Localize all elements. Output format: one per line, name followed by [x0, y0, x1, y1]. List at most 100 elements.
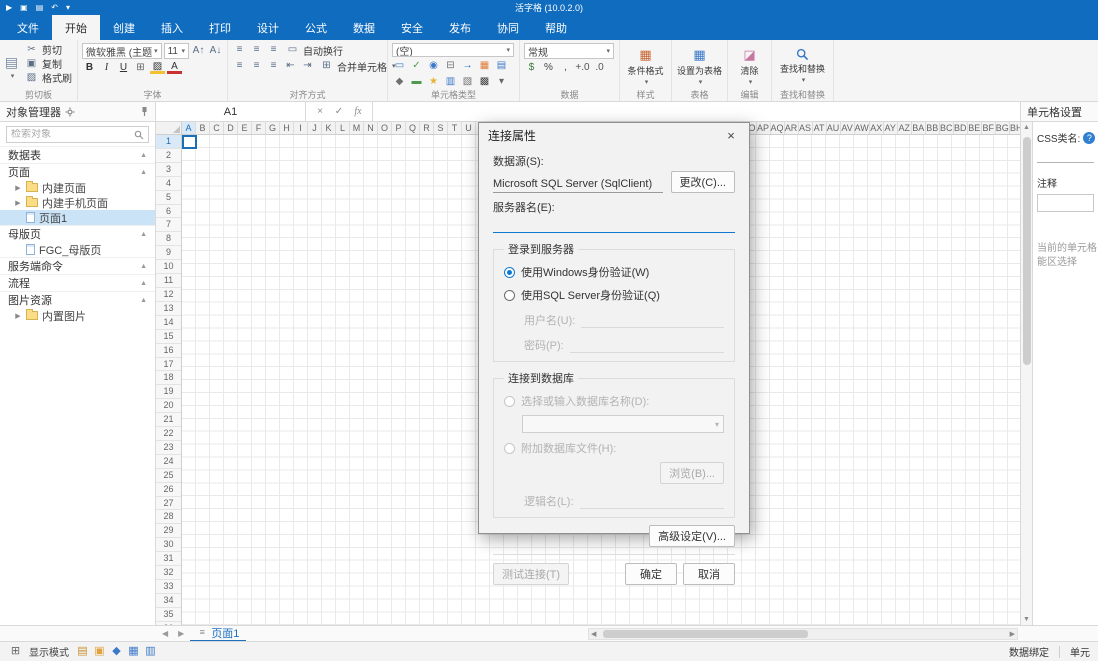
pin-icon[interactable] [140, 106, 149, 117]
find-replace-button[interactable]: 查找和替换 ▾ [778, 48, 827, 84]
column-header-AR[interactable]: AR [785, 122, 799, 134]
cell-type-select[interactable]: (空)▾ [392, 43, 514, 57]
row-header-26[interactable]: 26 [156, 483, 181, 497]
ok-button[interactable]: 确定 [625, 563, 677, 585]
decrease-indent-icon[interactable]: ⇤ [283, 59, 298, 73]
column-header-K[interactable]: K [322, 122, 336, 134]
column-header-BA[interactable]: BA [912, 122, 926, 134]
decrease-font-icon[interactable]: A↓ [208, 44, 223, 58]
column-header-D[interactable]: D [224, 122, 238, 134]
row-header-27[interactable]: 27 [156, 497, 181, 511]
column-header-BB[interactable]: BB [926, 122, 940, 134]
tab-设计[interactable]: 设计 [244, 15, 292, 40]
monitor-view-icon[interactable]: ▥ [143, 645, 158, 659]
column-header-T[interactable]: T [448, 122, 462, 134]
row-header-29[interactable]: 29 [156, 524, 181, 538]
horizontal-scrollbar[interactable]: ◀ ▶ [588, 628, 1018, 640]
tab-公式[interactable]: 公式 [292, 15, 340, 40]
currency-icon[interactable]: $ [524, 61, 539, 75]
vertical-scrollbar[interactable]: ▲ ▼ [1020, 122, 1032, 625]
column-header-AV[interactable]: AV [841, 122, 855, 134]
comment-input[interactable] [1037, 194, 1094, 212]
windows-auth-radio[interactable] [504, 267, 515, 278]
column-header-J[interactable]: J [308, 122, 322, 134]
fill-color-button[interactable]: ▨ [150, 62, 165, 74]
row-header-35[interactable]: 35 [156, 608, 181, 622]
tree-item-页面1[interactable]: 页面1 [0, 210, 155, 225]
tree-item-FGC_母版页[interactable]: FGC_母版页 [0, 242, 155, 257]
row-header-34[interactable]: 34 [156, 594, 181, 608]
column-header-A[interactable]: A [182, 122, 196, 134]
change-button[interactable]: 更改(C)... [671, 171, 735, 193]
bold-button[interactable]: B [82, 61, 97, 75]
tree-section-数据表[interactable]: 数据表▲ [0, 146, 155, 163]
column-header-U[interactable]: U [462, 122, 476, 134]
number-format-select[interactable]: 常规▾ [524, 43, 614, 59]
column-header-AW[interactable]: AW [855, 122, 870, 134]
preview-icon[interactable]: ▤ [36, 4, 44, 12]
row-header-23[interactable]: 23 [156, 441, 181, 455]
column-header-I[interactable]: I [294, 122, 308, 134]
row-header-3[interactable]: 3 [156, 163, 181, 177]
column-header-B[interactable]: B [196, 122, 210, 134]
status-tab-data-binding[interactable]: 数据绑定 [1009, 644, 1049, 659]
search-icon[interactable] [134, 130, 144, 140]
run-icon[interactable]: ▶ [6, 4, 12, 12]
column-header-E[interactable]: E [238, 122, 252, 134]
scroll-right-icon[interactable]: ▶ [1010, 630, 1015, 638]
column-header-H[interactable]: H [280, 122, 294, 134]
row-header-25[interactable]: 25 [156, 469, 181, 483]
qat-menu-icon[interactable]: ▾ [66, 4, 70, 12]
row-header-10[interactable]: 10 [156, 260, 181, 274]
row-header-33[interactable]: 33 [156, 580, 181, 594]
percent-icon[interactable]: % [541, 61, 556, 75]
qrcode-cell-icon[interactable]: ▩ [477, 75, 492, 89]
gear-icon[interactable] [65, 107, 75, 117]
tree-item-内建手机页面[interactable]: ▶内建手机页面 [0, 195, 155, 210]
align-middle-icon[interactable]: ≡ [249, 43, 264, 57]
row-header-2[interactable]: 2 [156, 149, 181, 163]
row-header-4[interactable]: 4 [156, 177, 181, 191]
help-icon[interactable]: ? [1083, 132, 1095, 144]
column-header-F[interactable]: F [252, 122, 266, 134]
row-header-18[interactable]: 18 [156, 371, 181, 385]
font-name-select[interactable]: 微软雅黑 (主题▾ [82, 43, 162, 59]
column-header-AU[interactable]: AU [827, 122, 841, 134]
comma-icon[interactable]: , [558, 61, 573, 75]
row-header-30[interactable]: 30 [156, 538, 181, 552]
tab-数据[interactable]: 数据 [340, 15, 388, 40]
listview-cell-icon[interactable]: ▥ [443, 75, 458, 89]
search-input[interactable] [11, 129, 131, 140]
column-header-AQ[interactable]: AQ [771, 122, 785, 134]
status-tab-cell[interactable]: 单元 [1070, 644, 1090, 659]
row-header-11[interactable]: 11 [156, 274, 181, 288]
cut-button[interactable]: ✂剪切 [22, 43, 74, 56]
row-header-7[interactable]: 7 [156, 218, 181, 232]
column-header-N[interactable]: N [364, 122, 378, 134]
combobox-cell-icon[interactable]: ⊟ [443, 59, 458, 73]
borders-button[interactable]: ⊞ [133, 61, 148, 75]
vertical-scroll-thumb[interactable] [1023, 137, 1031, 365]
column-header-BD[interactable]: BD [954, 122, 968, 134]
decrease-decimal-icon[interactable]: .0 [592, 61, 607, 75]
attachment-cell-icon[interactable]: ◆ [392, 75, 407, 89]
server-name-input[interactable] [493, 217, 735, 233]
undo-icon[interactable]: ↶ [51, 4, 58, 12]
row-header-5[interactable]: 5 [156, 191, 181, 205]
tab-安全[interactable]: 安全 [388, 15, 436, 40]
increase-decimal-icon[interactable]: +.0 [575, 61, 590, 75]
tab-插入[interactable]: 插入 [148, 15, 196, 40]
tree-section-母版页[interactable]: 母版页▲ [0, 225, 155, 242]
scroll-up-icon[interactable]: ▲ [1023, 124, 1030, 131]
tab-文件[interactable]: 文件 [4, 15, 52, 40]
grid-mode-icon[interactable]: ⊞ [8, 645, 23, 659]
tab-协同[interactable]: 协同 [484, 15, 532, 40]
fx-icon[interactable]: fx [353, 105, 363, 119]
column-header-BF[interactable]: BF [982, 122, 996, 134]
increase-indent-icon[interactable]: ⇥ [300, 59, 315, 73]
column-header-O[interactable]: O [378, 122, 392, 134]
row-header-21[interactable]: 21 [156, 413, 181, 427]
tree-section-页面[interactable]: 页面▲ [0, 163, 155, 180]
row-header-22[interactable]: 22 [156, 427, 181, 441]
logic-view-icon[interactable]: ◆ [109, 645, 124, 659]
